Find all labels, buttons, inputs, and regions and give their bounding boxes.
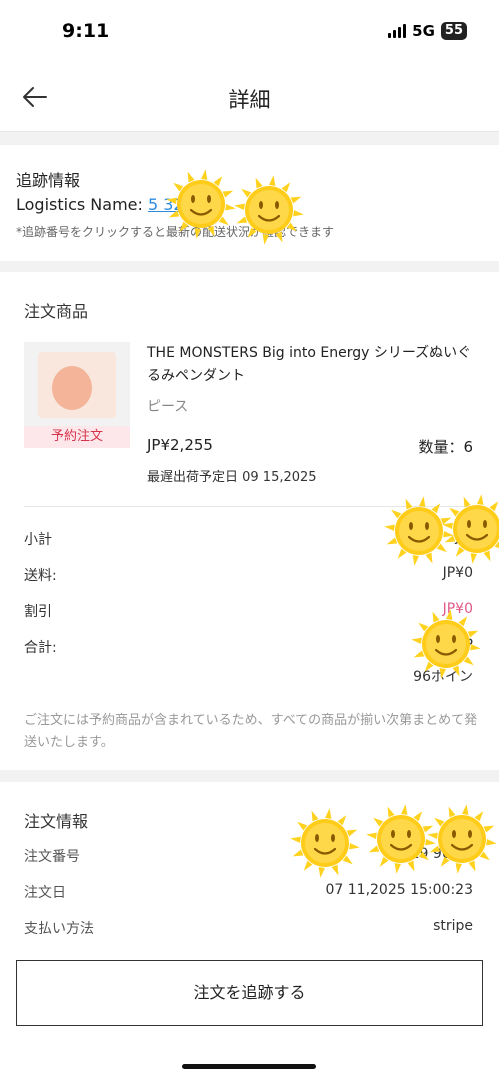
sun-sticker-icon [442,494,499,564]
home-indicator [182,1064,316,1069]
payment-method-label: 支払い方法 [24,921,94,937]
shipping-label: 送料: [24,568,57,584]
sun-sticker-icon [427,804,497,874]
product-variant: ピース [147,399,189,415]
product-box-art [38,352,116,418]
sun-sticker-icon [166,169,236,239]
order-items-title: 注文商品 [24,302,89,321]
subtotal-label: 小計 [24,532,52,548]
sun-sticker-icon [234,175,304,245]
product-quantity: 数量：6 [418,438,473,456]
product-price: JP¥2,255 [147,436,213,454]
signal-icon [388,24,407,38]
status-time: 9:11 [62,20,110,42]
order-date-value: 07 11,2025 15:00:23 [325,882,474,898]
status-indicators: 5G 55 [388,22,467,40]
product-name[interactable]: THE MONSTERS Big into Energy シリーズぬいぐるみペン… [147,342,477,388]
order-number-label: 注文番号 [24,849,80,865]
discount-label: 割引 [24,604,52,620]
preorder-badge: 予約注文 [24,426,130,448]
payment-method-value: stripe [433,918,473,934]
logistics-label: Logistics Name: [16,195,148,214]
status-bar: 9:11 5G 55 [0,0,499,62]
total-label: 合計: [24,640,57,656]
preorder-note: ご注文には予約商品が含まれているため、すべての商品が揃い次第まとめて発送いたしま… [24,713,478,750]
nav-bar: 詳細 [0,62,499,132]
network-label: 5G [412,22,435,40]
track-order-button[interactable]: 注文を追跡する [16,960,483,1026]
ship-date: 最遅出荷予定日 09 15,2025 [147,470,317,485]
page-title: 詳細 [228,88,271,112]
sun-sticker-icon [290,808,360,878]
order-date-label: 注文日 [24,885,66,901]
battery-icon: 55 [440,22,467,40]
shipping-value: JP¥0 [442,565,473,581]
product-image[interactable]: 予約注文 [24,342,130,448]
order-info-title: 注文情報 [24,812,89,831]
sun-sticker-icon [411,609,481,679]
